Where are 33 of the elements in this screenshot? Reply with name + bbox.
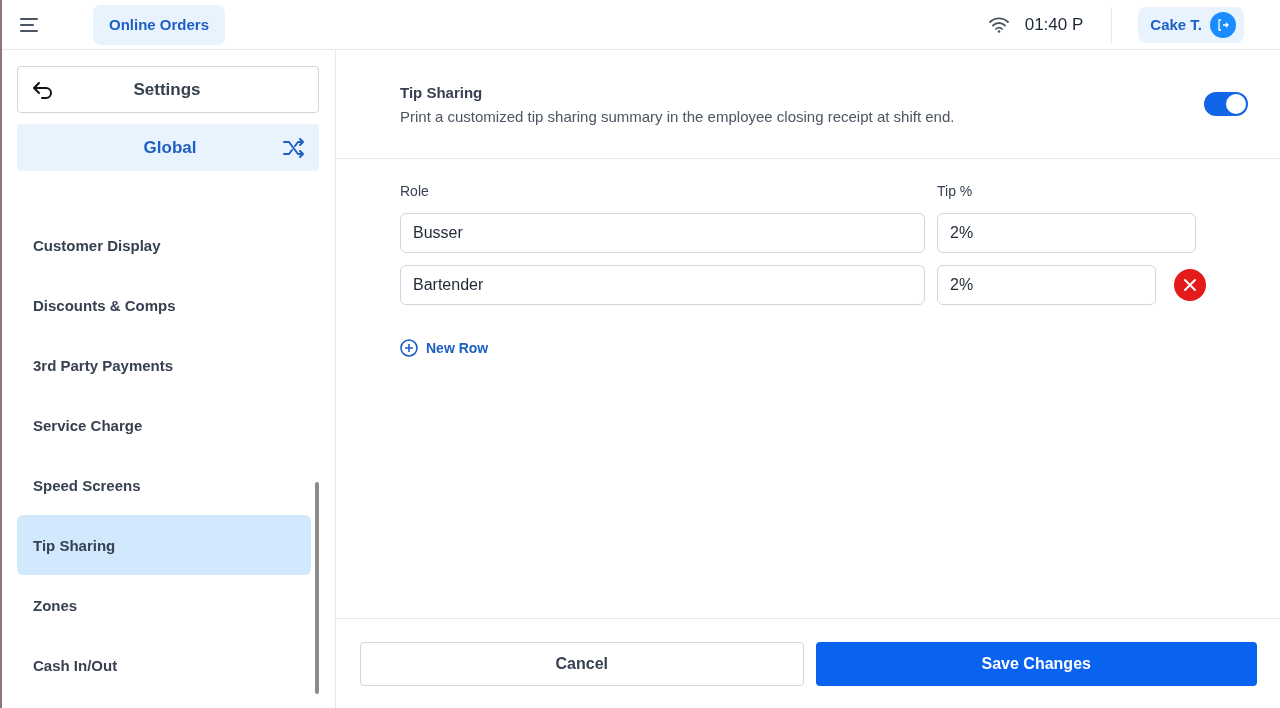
sidebar-item[interactable]: Speed Screens [17, 455, 311, 515]
sidebar-item[interactable]: Cash In/Out [17, 635, 311, 695]
shuffle-icon[interactable] [283, 137, 305, 158]
sidebar-item[interactable]: Discounts & Comps [17, 275, 311, 335]
back-button[interactable]: Settings [17, 66, 319, 113]
new-row-button[interactable]: New Row [400, 339, 489, 357]
logout-icon[interactable] [1210, 11, 1236, 38]
column-header: Role [400, 183, 430, 199]
toggle-switch[interactable] [1204, 92, 1248, 116]
remove-icon[interactable] [1174, 269, 1206, 301]
save-changes-button[interactable]: Save Changes [815, 641, 1257, 686]
sidebar-item[interactable]: 3rd Party Payments [17, 335, 311, 395]
online-orders-tab[interactable]: Online Orders [93, 4, 226, 45]
sidebar-item[interactable]: Zones [17, 575, 311, 635]
scope-selector[interactable]: Global [17, 124, 319, 171]
plus-circle-icon [400, 339, 418, 357]
setting-title: Tip Sharing [400, 83, 484, 101]
clock-time: 01:40 P [1024, 14, 1084, 35]
tip-field[interactable]: 2% [937, 265, 1156, 305]
role-field[interactable]: Busser [400, 213, 925, 253]
setting-description: Print a customized tip sharing summary in the employee closing receipt at shift end. [400, 107, 956, 125]
sidebar-item[interactable]: Customer Display [17, 215, 311, 275]
undo-icon [32, 80, 54, 99]
sidebar-item[interactable]: Tip Sharing [17, 515, 311, 575]
menu-icon[interactable] [20, 17, 38, 32]
tip-field[interactable]: 2% [937, 213, 1196, 253]
role-field[interactable]: Bartender [400, 265, 925, 305]
cancel-button[interactable]: Cancel [360, 641, 804, 686]
column-header: Tip % [937, 183, 974, 199]
scope-label: Global [142, 137, 198, 158]
sidebar-item[interactable]: Service Charge [17, 395, 311, 455]
wifi-icon [988, 16, 1009, 33]
user-button[interactable]: Cake T. [1138, 6, 1244, 43]
